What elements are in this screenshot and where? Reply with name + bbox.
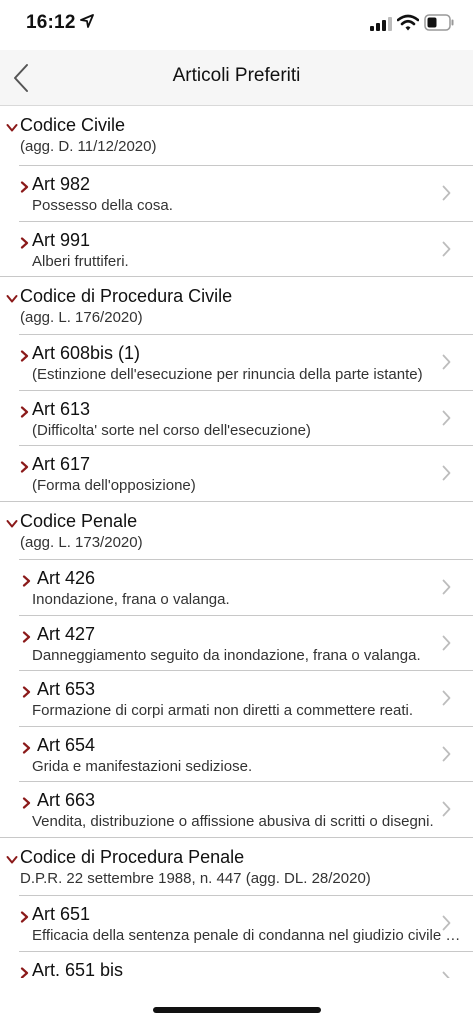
chevron-right-small-icon [22, 575, 31, 587]
article-title: Art 991 [32, 229, 91, 250]
chevron-right-small-icon [20, 911, 29, 923]
wifi-icon [397, 14, 419, 31]
disclosure-chevron-icon [442, 354, 451, 370]
section-subtitle: (agg. L. 173/2020) [20, 533, 143, 551]
article-row[interactable]: Art 982 Possesso della cosa. [0, 165, 473, 221]
article-row[interactable]: Art 663 Vendita, distribuzione o affissio… [0, 781, 473, 837]
article-row[interactable]: Art 427 Danneggiamento seguito da inondaz… [0, 614, 473, 671]
article-description: Possesso della cosa. [32, 197, 173, 214]
article-title: Art. 651 bis [32, 959, 124, 978]
cellular-signal-icon [370, 17, 392, 31]
section-title: Codice Civile [20, 115, 126, 135]
chevron-right-small-icon [22, 686, 31, 698]
article-description: (Difficolta' sorte nel corso dell'esecuz… [32, 421, 311, 439]
chevron-right-small-icon [20, 966, 29, 978]
chevron-down-icon [6, 295, 18, 303]
favorites-list[interactable]: Codice Civile (agg. D. 11/12/2020) Art 982… [0, 106, 473, 978]
chevron-right-small-icon [20, 406, 29, 418]
article-description: Inondazione, frana o valanga. [32, 590, 230, 608]
article-title: Art 427 [37, 623, 96, 644]
chevron-right-small-icon [20, 181, 29, 193]
article-description: Danneggiamento seguito da inondazione, f… [32, 646, 421, 664]
article-description: Efficacia della sentenza penale di conda… [32, 926, 465, 944]
article-title: Art 653 [37, 679, 96, 700]
article-description: Grida e manifestazioni sediziose. [32, 757, 253, 775]
article-title: Art 426 [37, 567, 96, 588]
section-title: Codice di Procedura Penale [20, 846, 245, 867]
article-row[interactable]: Art 426 Inondazione, frana o valanga. [0, 558, 473, 615]
chevron-right-small-icon [22, 630, 31, 643]
navigation-bar: Articoli Preferiti [0, 50, 473, 106]
home-indicator[interactable] [153, 1007, 321, 1013]
page-title: Articoli Preferiti [172, 65, 301, 86]
disclosure-chevron-icon [442, 690, 451, 706]
section-header[interactable]: Codice di Procedura Penale D.P.R. 22 sett… [0, 836, 473, 895]
article-description: Formazione di corpi armati non diretti a… [32, 702, 413, 720]
article-description: Vendita, distribuzione o affissione abus… [32, 813, 434, 831]
battery-icon [424, 14, 454, 31]
article-description: (Forma dell'opposizione) [32, 477, 196, 495]
status-time: 16:12 [26, 12, 76, 33]
section-subtitle: (agg. L. 176/2020) [20, 309, 143, 327]
chevron-right-small-icon [22, 797, 31, 809]
article-title: Art 608bis (1) [32, 343, 141, 364]
section-header[interactable]: Codice di Procedura Civile (agg. L. 176/2… [0, 276, 473, 334]
chevron-right-small-icon [20, 236, 29, 249]
article-title: Art 617 [32, 454, 91, 475]
chevron-down-icon [6, 124, 18, 132]
section-title: Codice di Procedura Civile [20, 286, 233, 307]
chevron-right-small-icon [20, 461, 29, 473]
section-title: Codice Penale [20, 510, 138, 531]
disclosure-chevron-icon [442, 746, 451, 762]
article-title: Art 663 [37, 790, 96, 811]
article-row[interactable]: Art 991 Alberi fruttiferi. [0, 220, 473, 277]
article-row[interactable]: Art 651 Efficacia della sentenza penale d… [0, 894, 473, 951]
article-row[interactable]: Art. 651 bisEfficacia della sentenza di … [0, 950, 473, 978]
chevron-right-small-icon [22, 742, 31, 754]
chevron-down-icon [6, 855, 18, 864]
disclosure-chevron-icon [442, 241, 451, 256]
article-row[interactable]: Art 653 Formazione di corpi armati non di… [0, 670, 473, 726]
disclosure-chevron-icon [442, 801, 451, 817]
location-arrow-icon [80, 14, 94, 28]
disclosure-chevron-icon [442, 579, 451, 595]
article-title: Art 613 [32, 398, 91, 419]
disclosure-chevron-icon [442, 915, 451, 931]
section-header[interactable]: Codice Civile (agg. D. 11/12/2020) [0, 106, 473, 165]
disclosure-chevron-icon [442, 410, 451, 426]
section-header[interactable]: Codice Penale (agg. L. 173/2020) [0, 500, 473, 559]
disclosure-chevron-icon [442, 635, 451, 650]
article-row[interactable]: Art 617 (Forma dell'opposizione) [0, 445, 473, 501]
article-title: Art 982 [32, 174, 91, 194]
article-row[interactable]: Art 608bis (1) (Estinzione dell'esecuzion… [0, 334, 473, 390]
disclosure-chevron-icon [442, 465, 451, 481]
section-subtitle: D.P.R. 22 settembre 1988, n. 447 (agg. D… [20, 869, 371, 887]
status-bar: 16:12 [0, 0, 473, 50]
article-title: Art 654 [37, 734, 96, 755]
chevron-down-icon [6, 519, 18, 528]
article-title: Art 651 [32, 903, 91, 924]
disclosure-chevron-icon [442, 971, 451, 978]
article-row[interactable]: Art 654 Grida e manifestazioni sediziose. [0, 725, 473, 782]
article-description: (Estinzione dell'esecuzione per rinuncia… [32, 366, 423, 384]
chevron-right-small-icon [20, 350, 29, 362]
article-row[interactable]: Art 613 (Difficolta' sorte nel corso dell… [0, 389, 473, 446]
article-description: Alberi fruttiferi. [32, 252, 129, 270]
section-subtitle: (agg. D. 11/12/2020) [20, 138, 157, 155]
disclosure-chevron-icon [442, 185, 451, 201]
